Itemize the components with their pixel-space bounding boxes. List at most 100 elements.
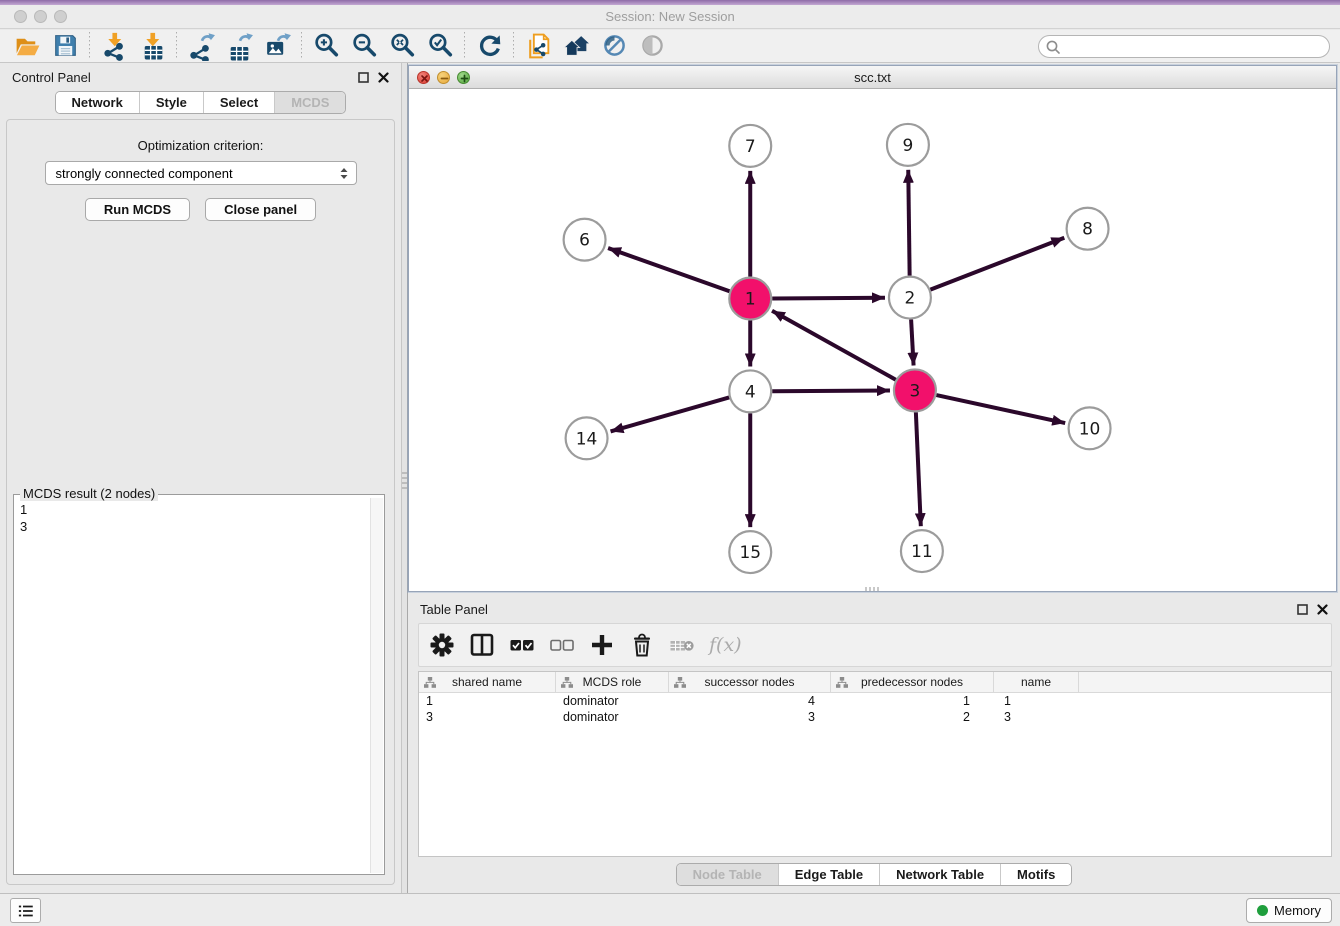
result-scrollbar[interactable] <box>370 498 383 873</box>
zoom-in-button[interactable] <box>307 31 345 62</box>
select-all-rows-button[interactable] <box>507 630 537 660</box>
import-table-icon <box>139 32 166 61</box>
graph-node-10[interactable]: 10 <box>1069 407 1111 449</box>
graph-edge-2-8[interactable] <box>930 238 1064 290</box>
add-column-button[interactable] <box>587 630 617 660</box>
clone-network-button[interactable] <box>519 31 557 62</box>
graph-edge-2-9[interactable] <box>908 170 909 276</box>
optimization-criterion-label: Optimization criterion: <box>7 138 394 153</box>
tab-network[interactable]: Network <box>56 92 140 113</box>
graph-edge-3-11[interactable] <box>916 412 921 526</box>
control-panel-tabs: NetworkStyleSelectMCDS <box>0 91 401 114</box>
graph-edge-2-3[interactable] <box>911 320 913 366</box>
save-session-button[interactable] <box>46 31 84 62</box>
graph-edge-4-3[interactable] <box>772 391 890 392</box>
split-panel-icon <box>469 632 495 658</box>
minimize-window-icon[interactable] <box>34 10 47 23</box>
table-row[interactable]: 1dominator411 <box>419 693 1331 709</box>
graph-node-11[interactable]: 11 <box>901 530 943 572</box>
network-window-title: scc.txt <box>409 66 1336 89</box>
maximize-window-icon[interactable] <box>54 10 67 23</box>
open-session-button[interactable] <box>8 31 46 62</box>
graph-node-4[interactable]: 4 <box>729 370 771 412</box>
graph-node-1[interactable]: 1 <box>729 278 771 320</box>
network-close-icon[interactable] <box>417 71 430 84</box>
run-mcds-button[interactable]: Run MCDS <box>85 198 190 221</box>
cell: 1 <box>419 693 556 709</box>
optimization-criterion-select[interactable]: strongly connected component <box>45 161 357 185</box>
graph-edge-3-1[interactable] <box>772 311 896 380</box>
close-table-panel-icon[interactable] <box>1317 604 1328 615</box>
column-header-shared-name[interactable]: shared name <box>419 672 556 692</box>
tab-select[interactable]: Select <box>204 92 275 113</box>
column-header-name[interactable]: name <box>994 672 1079 692</box>
svg-text:3: 3 <box>910 380 921 400</box>
svg-text:8: 8 <box>1082 219 1093 239</box>
export-table-icon <box>226 32 253 61</box>
search-box <box>1038 35 1330 58</box>
tab-motifs[interactable]: Motifs <box>1001 864 1071 885</box>
zoom-fit-button[interactable] <box>383 31 421 62</box>
column-header-MCDS-role[interactable]: MCDS role <box>556 672 669 692</box>
graph-edge-1-6[interactable] <box>608 248 729 291</box>
show-hide-button[interactable] <box>633 31 671 62</box>
cell: 3 <box>994 709 1079 725</box>
deselect-all-rows-button[interactable] <box>547 630 577 660</box>
network-canvas[interactable]: 7 9 6 8 1 2 4 3 14 10 15 11 <box>409 90 1336 591</box>
refresh-network-button[interactable] <box>470 31 508 62</box>
graph-node-2[interactable]: 2 <box>889 277 931 319</box>
show-hide-icon <box>639 32 666 61</box>
tab-style[interactable]: Style <box>140 92 204 113</box>
network-home-button[interactable] <box>557 31 595 62</box>
task-history-button[interactable] <box>10 898 41 923</box>
mcds-result-item: 1 <box>20 501 369 518</box>
network-view-window: scc.txt 7 9 6 8 1 2 4 3 14 10 15 11 <box>408 65 1337 592</box>
close-window-icon[interactable] <box>14 10 27 23</box>
export-network-button[interactable] <box>182 31 220 62</box>
tab-network-table[interactable]: Network Table <box>880 864 1001 885</box>
delete-columns-button[interactable] <box>627 630 657 660</box>
svg-text:15: 15 <box>739 542 761 562</box>
graph-node-3[interactable]: 3 <box>894 369 936 411</box>
graph-node-9[interactable]: 9 <box>887 124 929 166</box>
graph-node-6[interactable]: 6 <box>564 219 606 261</box>
search-input[interactable] <box>1038 35 1330 58</box>
cell: 4 <box>669 693 831 709</box>
toggle-details-button[interactable] <box>595 31 633 62</box>
select-stepper-icon <box>338 167 350 180</box>
column-header-successor-nodes[interactable]: successor nodes <box>669 672 831 692</box>
graph-edge-1-2[interactable] <box>772 298 885 299</box>
network-maximize-icon[interactable] <box>457 71 470 84</box>
close-panel-icon[interactable] <box>378 72 389 83</box>
table-toolbar: f(x) <box>418 623 1332 667</box>
panel-divider[interactable] <box>401 63 408 893</box>
network-minimize-icon[interactable] <box>437 71 450 84</box>
tab-node-table[interactable]: Node Table <box>677 864 779 885</box>
graph-node-8[interactable]: 8 <box>1067 208 1109 250</box>
float-table-panel-icon[interactable] <box>1297 604 1308 615</box>
float-panel-icon[interactable] <box>358 72 369 83</box>
delete-table-icon <box>669 632 695 658</box>
graph-node-7[interactable]: 7 <box>729 125 771 167</box>
graph-edge-4-14[interactable] <box>611 397 730 431</box>
table-mode-gear-button[interactable] <box>427 630 457 660</box>
close-panel-button[interactable]: Close panel <box>205 198 316 221</box>
zoom-in-icon <box>313 32 340 61</box>
import-table-button[interactable] <box>133 31 171 62</box>
zoom-out-button[interactable] <box>345 31 383 62</box>
graph-node-14[interactable]: 14 <box>566 417 608 459</box>
column-label: shared name <box>452 675 522 689</box>
export-table-button[interactable] <box>220 31 258 62</box>
export-image-button[interactable] <box>258 31 296 62</box>
column-header-predecessor-nodes[interactable]: predecessor nodes <box>831 672 994 692</box>
tab-edge-table[interactable]: Edge Table <box>779 864 880 885</box>
network-window-titlebar[interactable]: scc.txt <box>409 66 1336 89</box>
table-row[interactable]: 3dominator323 <box>419 709 1331 725</box>
tab-mcds[interactable]: MCDS <box>275 92 345 113</box>
split-panel-button[interactable] <box>467 630 497 660</box>
graph-node-15[interactable]: 15 <box>729 531 771 573</box>
graph-edge-3-10[interactable] <box>936 395 1065 423</box>
zoom-selected-button[interactable] <box>421 31 459 62</box>
import-network-button[interactable] <box>95 31 133 62</box>
memory-button[interactable]: Memory <box>1246 898 1332 923</box>
